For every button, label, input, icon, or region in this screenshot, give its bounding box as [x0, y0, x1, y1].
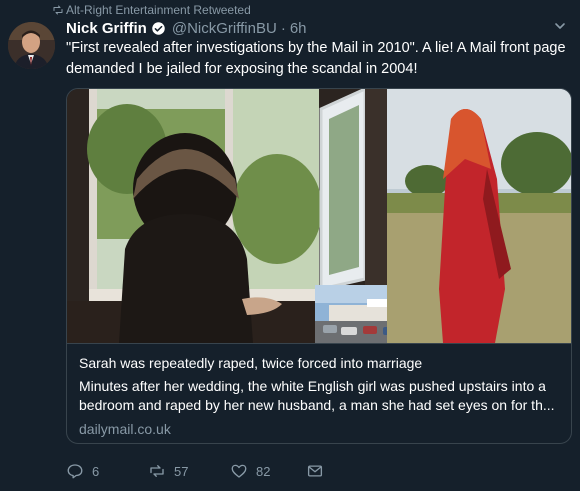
like-button[interactable]: 82 [230, 460, 270, 482]
retweet-count: 57 [174, 463, 189, 479]
heart-icon [231, 464, 247, 478]
retweet-icon [150, 465, 164, 477]
retweet-icon [53, 5, 63, 15]
card-image [67, 89, 571, 343]
avatar-image [8, 22, 55, 69]
author-name[interactable]: Nick Griffin [66, 20, 147, 37]
reply-count: 6 [92, 463, 100, 479]
like-count: 82 [256, 463, 271, 479]
retweet-context[interactable]: Alt-Right Entertainment Retweeted [53, 3, 251, 17]
envelope-icon [307, 465, 323, 477]
retweet-button[interactable]: 57 [148, 460, 188, 482]
link-card[interactable]: Sarah was repeatedly raped, twice forced… [66, 88, 572, 444]
tweet-header: Nick Griffin @NickGriffinBU · 6h [66, 18, 307, 38]
separator-dot: · [280, 19, 286, 37]
retweet-context-label: Alt-Right Entertainment Retweeted [66, 3, 251, 17]
card-description: Minutes after her wedding, the white Eng… [79, 378, 555, 413]
chevron-down-icon[interactable] [554, 20, 566, 32]
reply-button[interactable]: 6 [66, 460, 99, 482]
tweet-text: "First revealed after investigations by … [66, 40, 566, 77]
reply-icon [67, 464, 83, 479]
card-text: Sarah was repeatedly raped, twice forced… [67, 343, 571, 443]
verified-badge-icon [152, 21, 165, 35]
card-title: Sarah was repeatedly raped, twice forced… [79, 355, 423, 371]
direct-message-button[interactable] [306, 460, 324, 482]
tweet-timestamp[interactable]: 6h [290, 20, 307, 37]
author-handle[interactable]: @NickGriffinBU [172, 20, 277, 37]
tweet-actions: 6 57 82 [66, 460, 366, 482]
card-domain: dailymail.co.uk [79, 421, 171, 437]
avatar[interactable] [8, 22, 55, 69]
